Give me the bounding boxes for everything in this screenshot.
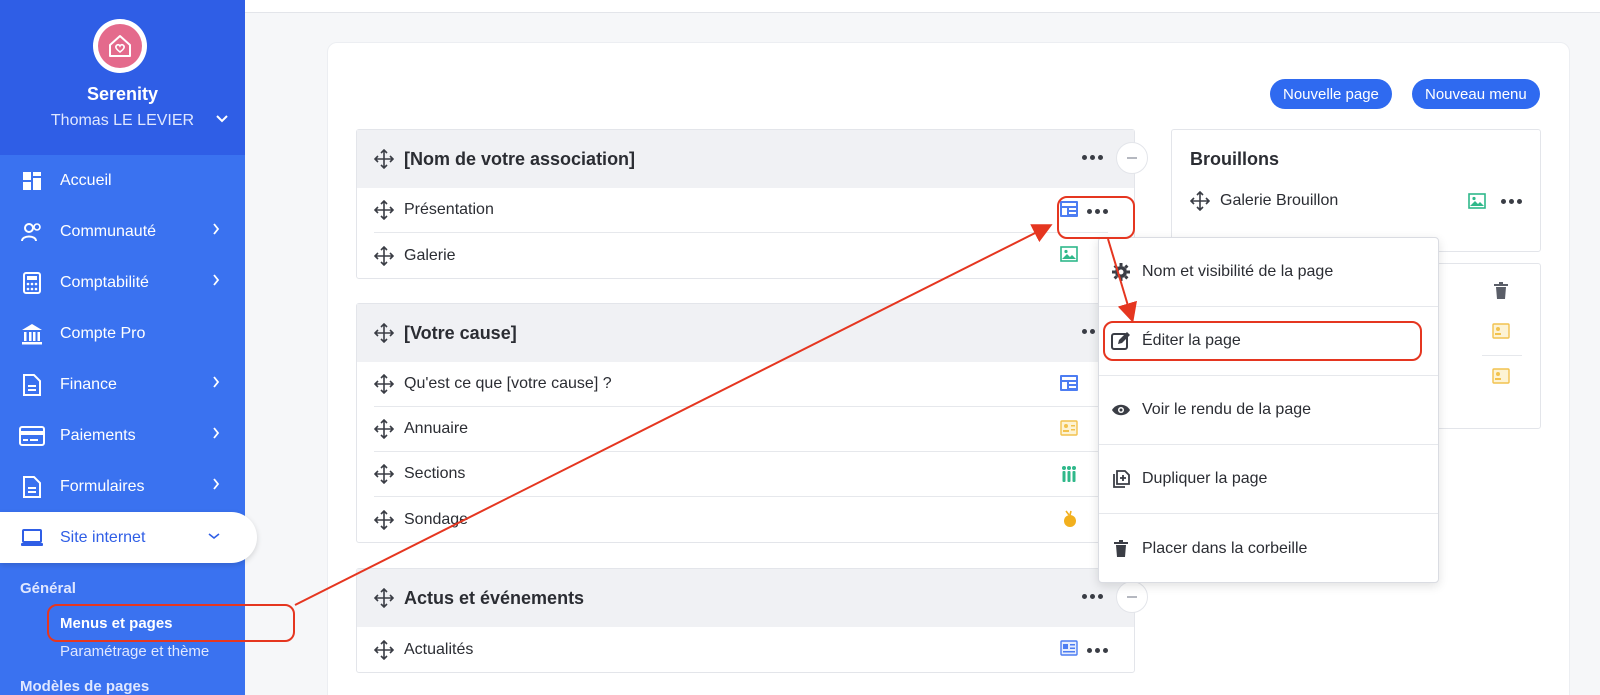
annotation-arrows xyxy=(294,224,1137,606)
